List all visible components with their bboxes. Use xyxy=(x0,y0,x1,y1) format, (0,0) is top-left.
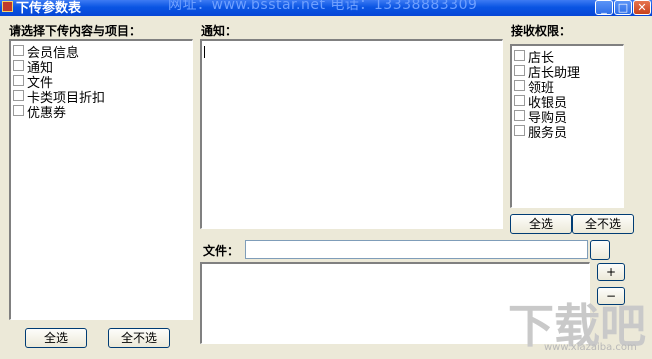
checkbox[interactable] xyxy=(13,60,24,71)
app-icon xyxy=(2,1,13,12)
permissions-label: 接收权限： xyxy=(511,24,572,38)
checkbox[interactable] xyxy=(13,45,24,56)
close-icon: ✕ xyxy=(637,1,647,14)
file-path-input[interactable] xyxy=(245,240,588,259)
permissions-select-none-button[interactable]: 全不选 xyxy=(572,214,634,234)
minimize-icon: _ xyxy=(601,1,607,14)
list-item-content[interactable]: 卡类项目折扣 xyxy=(13,87,105,106)
content-select-all-button[interactable]: 全选 xyxy=(25,328,87,348)
checkbox[interactable] xyxy=(514,80,525,91)
checkbox[interactable] xyxy=(514,65,525,76)
list-item-content[interactable]: 优惠券 xyxy=(13,102,66,121)
content-list[interactable]: 会员信息 通知 文件 卡类项目折扣 优惠券 xyxy=(9,39,193,320)
permissions-select-all-button[interactable]: 全选 xyxy=(510,214,572,234)
add-file-button[interactable]: + xyxy=(597,263,625,281)
list-item-permission[interactable]: 领班 xyxy=(514,77,554,96)
list-item-permission[interactable]: 收银员 xyxy=(514,92,567,111)
maximize-icon: □ xyxy=(617,1,629,14)
browse-file-button[interactable] xyxy=(590,240,610,260)
site-logo: 下 载 吧 www.xiazaiba.com xyxy=(508,299,646,353)
list-item-content[interactable]: 文件 xyxy=(13,72,53,91)
permissions-list[interactable]: 店长 店长助理 领班 收银员 导购员 服务员 xyxy=(510,44,624,208)
window-title: 下传参数表 xyxy=(16,1,82,16)
checkbox[interactable] xyxy=(13,90,24,101)
text-caret xyxy=(204,46,205,58)
checkbox[interactable] xyxy=(514,95,525,106)
checkbox[interactable] xyxy=(13,105,24,116)
checkbox[interactable] xyxy=(514,50,525,61)
title-bar: 下传参数表 网址：www.bsstar.net 电话：13338883309 _… xyxy=(0,0,652,16)
list-item-permission[interactable]: 店长 xyxy=(514,47,554,66)
list-item-permission[interactable]: 服务员 xyxy=(514,122,567,141)
watermark-text: 网址：www.bsstar.net 电话：13338883309 xyxy=(168,0,478,13)
notice-textarea[interactable] xyxy=(200,39,503,229)
checkbox[interactable] xyxy=(13,75,24,86)
maximize-button[interactable]: □ xyxy=(614,0,632,15)
notice-label: 通知： xyxy=(201,24,238,38)
checkbox[interactable] xyxy=(514,125,525,136)
list-item-content[interactable]: 会员信息 xyxy=(13,42,79,61)
minimize-button[interactable]: _ xyxy=(595,0,613,15)
checkbox[interactable] xyxy=(514,110,525,121)
file-label: 文件： xyxy=(203,244,240,258)
list-item-content[interactable]: 通知 xyxy=(13,57,53,76)
content-select-label: 请选择下传内容与项目： xyxy=(9,24,142,38)
list-item-permission[interactable]: 导购员 xyxy=(514,107,567,126)
content-select-none-button[interactable]: 全不选 xyxy=(108,328,170,348)
list-item-permission[interactable]: 店长助理 xyxy=(514,62,580,81)
close-button[interactable]: ✕ xyxy=(633,0,651,15)
